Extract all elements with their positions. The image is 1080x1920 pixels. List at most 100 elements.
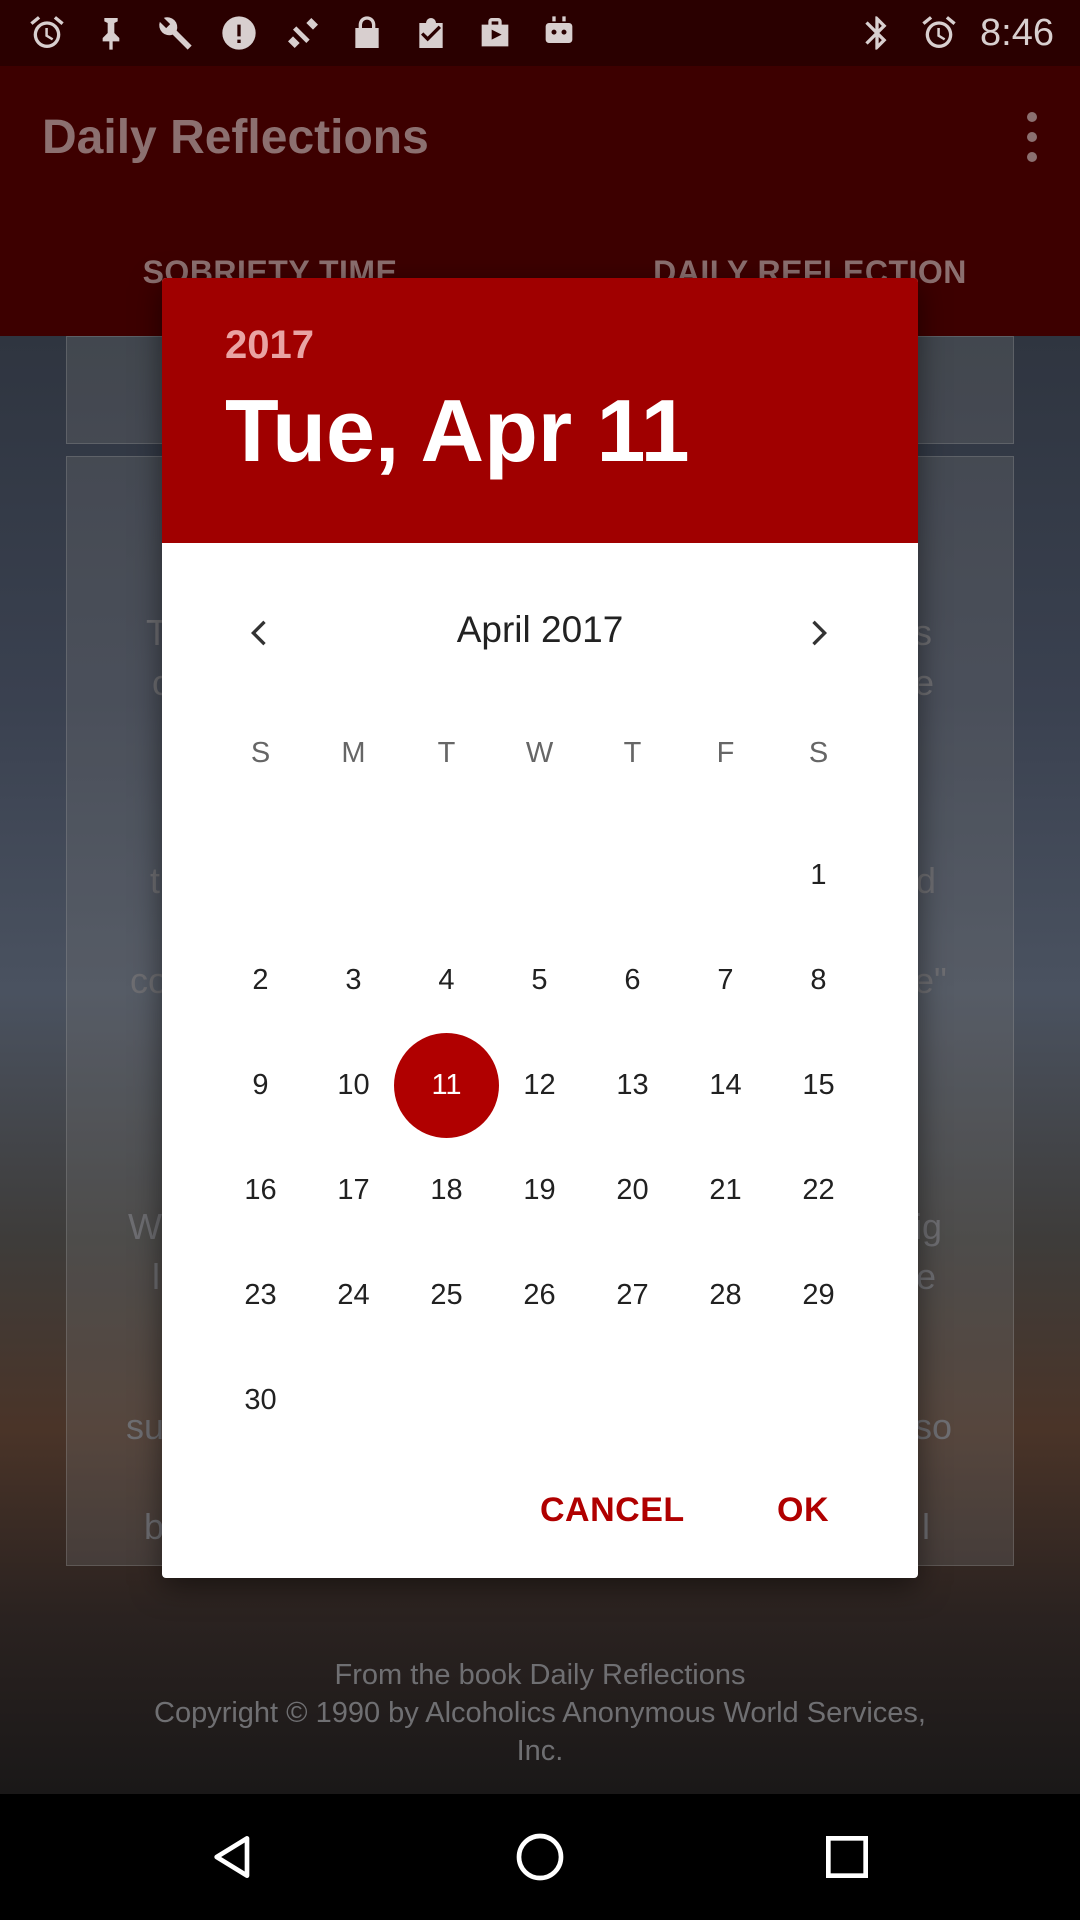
- lock-icon: [346, 12, 388, 54]
- calendar-day[interactable]: 10: [307, 1033, 400, 1138]
- calendar-empty-cell: [679, 1348, 772, 1453]
- cancel-button[interactable]: CANCEL: [540, 1478, 685, 1542]
- calendar-day-number: 15: [802, 1069, 835, 1101]
- calendar-week-row: 9 10 11 12 13 14 15: [214, 1033, 866, 1138]
- calendar-day[interactable]: 20: [586, 1138, 679, 1243]
- calendar-day-number: 14: [709, 1069, 742, 1101]
- status-clock: 8:46: [980, 11, 1054, 54]
- calendar-day[interactable]: 8: [772, 928, 865, 1033]
- next-month-button[interactable]: [790, 605, 846, 661]
- calendar-day[interactable]: 27: [586, 1243, 679, 1348]
- calendar-day[interactable]: 22: [772, 1138, 865, 1243]
- calendar-day-number: 6: [624, 964, 641, 996]
- weekday-label: F: [716, 737, 735, 769]
- fake-gps-icon: [282, 12, 324, 54]
- background-text: l: [152, 1256, 160, 1297]
- calendar-day-number: 16: [244, 1174, 277, 1206]
- weekday-label: S: [250, 737, 271, 769]
- calendar-day-number: 22: [802, 1174, 835, 1206]
- calendar-day[interactable]: 26: [493, 1243, 586, 1348]
- calendar-empty-cell: [679, 823, 772, 928]
- background-text: t: [150, 860, 161, 901]
- calendar-week-row: 16 17 18 19 20 21 22: [214, 1138, 866, 1243]
- calendar-day[interactable]: 18: [400, 1138, 493, 1243]
- calendar-empty-cell: [214, 823, 307, 928]
- calendar-day[interactable]: 11: [394, 1033, 499, 1138]
- calendar-day-number: 18: [430, 1174, 463, 1206]
- app-title: Daily Reflections: [42, 110, 429, 164]
- calendar-day[interactable]: 21: [679, 1138, 772, 1243]
- calendar-day-number: 26: [523, 1279, 556, 1311]
- bluetooth-icon: [856, 12, 898, 54]
- calendar-day-number: 7: [717, 964, 734, 996]
- calendar-day[interactable]: 1: [772, 823, 865, 928]
- app-bar: Daily Reflections: [0, 66, 1080, 208]
- calendar-day[interactable]: 25: [400, 1243, 493, 1348]
- footer-line: Copyright © 1990 by Alcoholics Anonymous…: [154, 1697, 926, 1729]
- alarm-icon: [918, 12, 960, 54]
- home-icon[interactable]: [510, 1827, 570, 1887]
- selected-date-label[interactable]: Tue, Apr 11: [225, 380, 918, 482]
- briefcase-icon: [474, 12, 516, 54]
- calendar-day[interactable]: 16: [214, 1138, 307, 1243]
- calendar-day[interactable]: 5: [493, 928, 586, 1033]
- calendar-day-number: 19: [523, 1174, 556, 1206]
- calendar-day[interactable]: 3: [307, 928, 400, 1033]
- year-selector[interactable]: 2017: [225, 323, 918, 368]
- weekday-label: T: [623, 737, 642, 769]
- calendar-day-number: 20: [616, 1174, 649, 1206]
- calendar-day-number: 21: [709, 1174, 742, 1206]
- calendar-day[interactable]: 24: [307, 1243, 400, 1348]
- calendar-day[interactable]: 9: [214, 1033, 307, 1138]
- background-text: l: [922, 1506, 930, 1547]
- background-text: W: [128, 1206, 162, 1247]
- calendar-day[interactable]: 14: [679, 1033, 772, 1138]
- recents-icon[interactable]: [817, 1827, 877, 1887]
- calendar-day-number: 17: [337, 1174, 370, 1206]
- calendar-day[interactable]: 6: [586, 928, 679, 1033]
- calendar-day[interactable]: 23: [214, 1243, 307, 1348]
- calendar-day[interactable]: 15: [772, 1033, 865, 1138]
- calendar-day-number: 10: [337, 1069, 370, 1101]
- calendar-day[interactable]: 17: [307, 1138, 400, 1243]
- calendar-day-number: 13: [616, 1069, 649, 1101]
- ok-button[interactable]: OK: [777, 1478, 829, 1542]
- blocked-icon: [218, 12, 260, 54]
- calendar-empty-cell: [307, 823, 400, 928]
- calendar-empty-cell: [400, 823, 493, 928]
- status-bar: 8:46: [0, 0, 1080, 66]
- calendar-day[interactable]: 28: [679, 1243, 772, 1348]
- calendar-day[interactable]: 7: [679, 928, 772, 1033]
- calendar-day-number: 3: [345, 964, 362, 996]
- wrench-icon: [154, 12, 196, 54]
- calendar-day[interactable]: 19: [493, 1138, 586, 1243]
- calendar-day-number: 12: [523, 1069, 556, 1101]
- date-picker-header: 2017 Tue, Apr 11: [162, 278, 918, 543]
- dialog-actions: CANCEL OK: [162, 1478, 918, 1578]
- background-text: d: [916, 860, 937, 901]
- calendar-day-number: 4: [438, 964, 455, 996]
- calendar-day[interactable]: 4: [400, 928, 493, 1033]
- back-icon[interactable]: [203, 1827, 263, 1887]
- pin-icon: [90, 12, 132, 54]
- calendar-week-row: 1: [214, 823, 866, 928]
- weekday-label: T: [437, 737, 456, 769]
- calendar-day[interactable]: 29: [772, 1243, 865, 1348]
- calendar-day-number: 1: [810, 859, 827, 891]
- month-navigation: April 2017: [162, 543, 918, 723]
- calendar-weeks: 1 2 3 4 5 6 7 8 9 10 11 12 13 14 15 16 17 18 19 20 21 22 23 24 2…: [214, 823, 866, 1453]
- weekday-label: W: [525, 737, 554, 769]
- calendar-day-number: 23: [244, 1279, 277, 1311]
- calendar-day[interactable]: 2: [214, 928, 307, 1033]
- calendar-empty-cell: [307, 1348, 400, 1453]
- copyright-footer: From the book Daily Reflections Copyrigh…: [0, 1656, 1080, 1770]
- calendar-day[interactable]: 12: [493, 1033, 586, 1138]
- weekday-header: S M T W T F S: [214, 723, 866, 783]
- calendar-empty-cell: [400, 1348, 493, 1453]
- background-text: so: [914, 1406, 953, 1447]
- calendar-day[interactable]: 13: [586, 1033, 679, 1138]
- overflow-menu-icon[interactable]: [1012, 112, 1052, 162]
- calendar-empty-cell: [772, 1348, 865, 1453]
- calendar-day[interactable]: 30: [214, 1348, 307, 1453]
- date-picker-dialog: 2017 Tue, Apr 11 April 2017 S M T W T F …: [162, 278, 918, 1578]
